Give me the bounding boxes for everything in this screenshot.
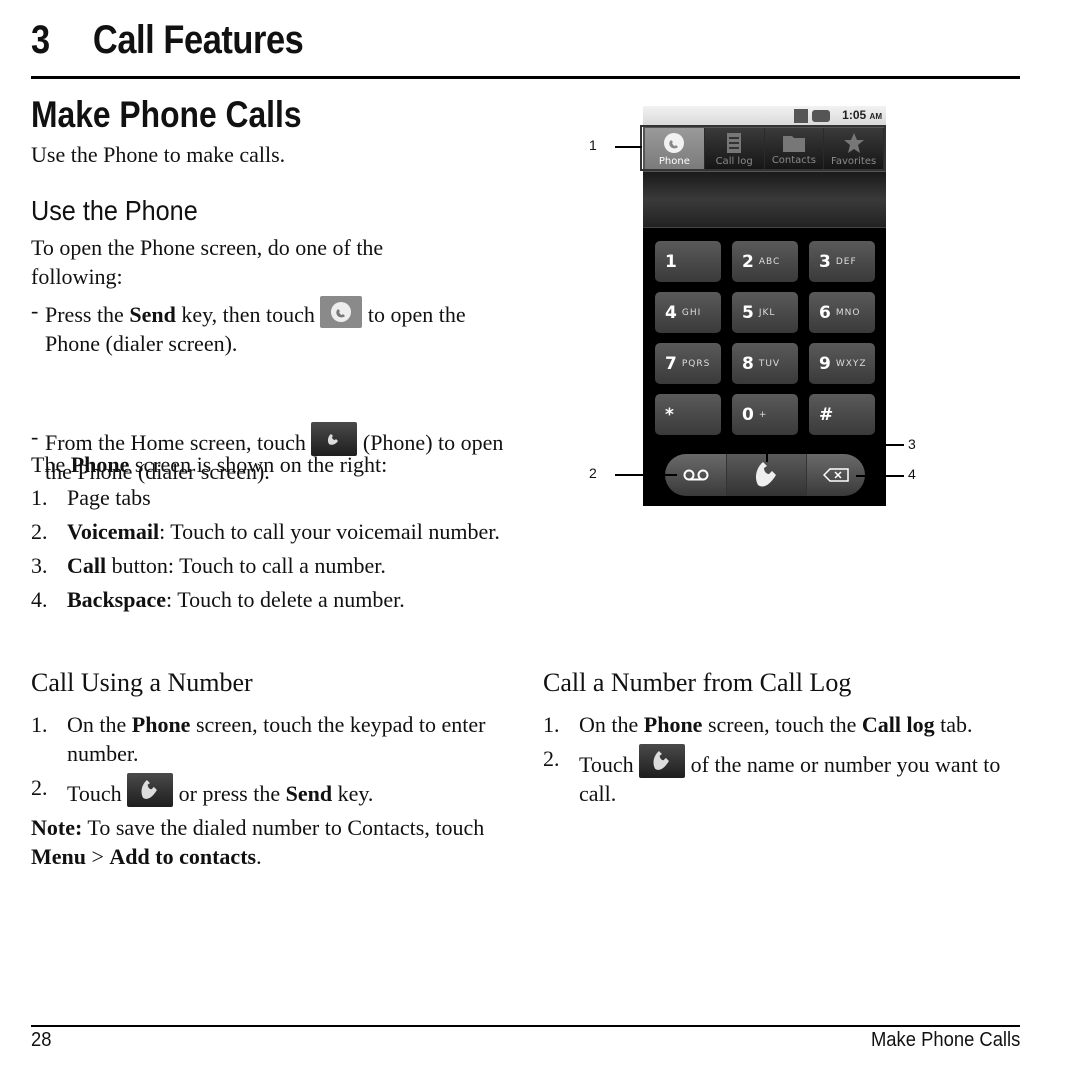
callout-2: 2 — [589, 465, 597, 481]
section-intro: Use the Phone to make calls. — [31, 142, 286, 167]
footer-rule — [31, 1025, 1020, 1027]
key-3[interactable]: 3 DEF — [809, 241, 875, 282]
chapter-number: 3 — [31, 18, 50, 62]
section-title: Make Phone Calls — [31, 94, 302, 135]
key-6[interactable]: 6 MNO — [809, 292, 875, 333]
dialer-action-bar — [665, 454, 865, 496]
battery-icon — [812, 110, 830, 122]
key-2[interactable]: 2 ABC — [732, 241, 798, 282]
key-1[interactable]: 1 — [655, 241, 721, 282]
callout-line-3-drop — [766, 444, 768, 462]
call-button-icon — [639, 744, 686, 778]
callout-line-3 — [768, 444, 904, 446]
key-7[interactable]: 7 PQRS — [655, 343, 721, 384]
call-icon — [755, 462, 776, 487]
chapter-name: Call Features — [92, 18, 304, 62]
voicemail-icon — [683, 469, 708, 481]
call-using-number-steps: 1. On the Phone screen, touch the keypad … — [31, 710, 506, 808]
step-item: 1. On the Phone screen, touch the Call lo… — [543, 712, 973, 737]
callout-4: 4 — [908, 466, 916, 482]
step-item: 1. On the Phone screen, touch the keypad … — [31, 712, 486, 766]
callout-3: 3 — [908, 436, 916, 452]
call-from-log-steps: 1. On the Phone screen, touch the Call lo… — [543, 710, 1003, 808]
status-time: 1:05 AM — [842, 108, 882, 122]
key-9[interactable]: 9 WXYZ — [809, 343, 875, 384]
step-item: 2. Touch or press the Send key. — [31, 773, 374, 807]
call-from-log-heading: Call a Number from Call Log — [543, 668, 852, 697]
key-star[interactable]: * — [655, 394, 721, 435]
note: Note: To save the dialed number to Conta… — [31, 815, 485, 869]
key-hash[interactable]: # — [809, 394, 875, 435]
screen-lead: The Phone screen is shown on the right: — [31, 452, 388, 477]
backspace-icon — [823, 468, 849, 482]
legend-item: 3. Call button: Touch to call a number. — [31, 553, 386, 578]
call-button-icon — [127, 773, 174, 807]
key-8[interactable]: 8 TUV — [732, 343, 798, 384]
chapter-rule — [31, 76, 1020, 79]
number-display[interactable] — [643, 172, 886, 228]
key-0[interactable]: 0 + — [732, 394, 798, 435]
dial-keypad: 1 2 ABC 3 DEF 4 GHI 5 JKL 6 MNO 7 PQRS 8 TUV 9W… — [655, 241, 877, 435]
page-number: 28 — [31, 1029, 52, 1051]
signal-icon — [794, 109, 808, 123]
open-method-send: - Press the Send key, then touch to open… — [31, 296, 466, 356]
chapter-title: 3 Call Features — [31, 18, 304, 63]
legend-list: 1. Page tabs 2. Voicemail: Touch to call y… — [31, 483, 501, 614]
step-item: 2. Touch of the name or number you want t… — [543, 744, 1001, 806]
callout-line-1 — [615, 146, 642, 148]
legend-item: 1. Page tabs — [31, 485, 151, 510]
key-5[interactable]: 5 JKL — [732, 292, 798, 333]
callout-line-2 — [615, 474, 677, 476]
use-phone-heading: Use the Phone — [31, 195, 198, 226]
key-4[interactable]: 4 GHI — [655, 292, 721, 333]
tabs-callout-box — [640, 125, 886, 171]
legend-item: 2. Voicemail: Touch to call your voicemai… — [31, 519, 500, 544]
status-bar: 1:05 AM — [643, 106, 886, 126]
legend-item: 4. Backspace: Touch to delete a number. — [31, 587, 405, 612]
footer-section: Make Phone Calls — [870, 1029, 1020, 1051]
call-using-number-heading: Call Using a Number — [31, 668, 253, 697]
phone-tab-icon — [320, 296, 363, 328]
callout-line-4 — [856, 475, 904, 477]
use-phone-lead: To open the Phone screen, do one of the … — [31, 235, 384, 289]
callout-1: 1 — [589, 137, 597, 153]
